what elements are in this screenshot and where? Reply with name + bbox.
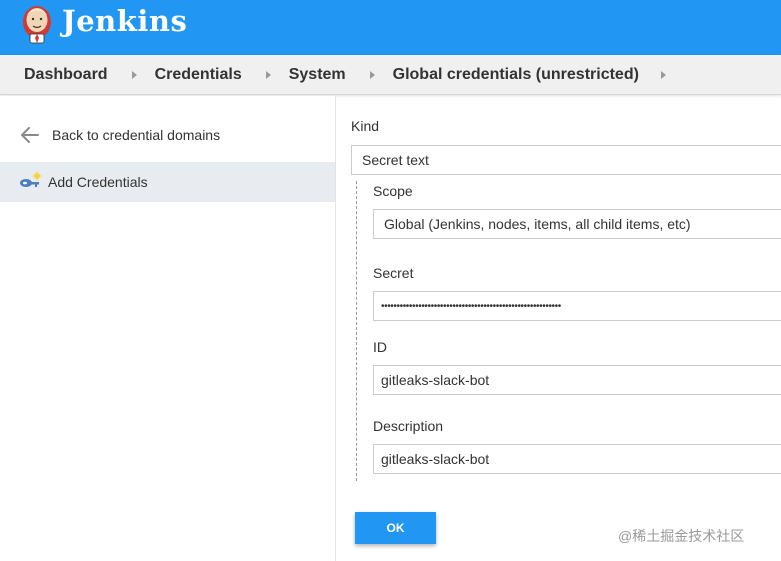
add-credentials-link[interactable]: Add Credentials [0,162,335,202]
scope-select[interactable]: Global (Jenkins, nodes, items, all child… [373,209,781,239]
breadcrumb-global-credentials[interactable]: Global credentials (unrestricted) [393,66,639,84]
description-field[interactable] [373,444,781,474]
scope-label: Scope [373,183,413,199]
brand-title[interactable]: Jenkins [62,4,187,38]
breadcrumb-dashboard[interactable]: Dashboard [24,66,108,84]
sidebar: Back to credential domains Add Credentia… [0,96,336,561]
kind-label: Kind [351,118,380,134]
chevron-right-icon[interactable] [131,70,137,79]
kind-selected-value: Secret text [362,152,429,168]
description-label: Description [373,418,444,434]
nested-section-divider [356,181,357,481]
chevron-right-icon[interactable] [660,70,666,79]
back-link-label: Back to credential domains [52,127,221,143]
ok-button[interactable]: OK [355,512,436,544]
chevron-right-icon[interactable] [369,70,375,79]
arrow-left-icon [21,127,39,143]
secret-label: Secret [373,265,414,281]
breadcrumb: Dashboard Credentials System Global cred… [0,55,781,95]
secret-masked-value: ••••••••••••••••••••••••••••••••••••••••… [381,300,561,312]
watermark: @稀土掘金技术社区 [618,528,745,544]
id-label: ID [373,339,387,355]
kind-select[interactable]: Secret text [351,145,781,175]
id-field[interactable] [373,365,781,395]
scope-selected-value: Global (Jenkins, nodes, items, all child… [384,216,691,232]
breadcrumb-system[interactable]: System [289,66,346,84]
description-input[interactable] [381,451,781,467]
chevron-right-icon[interactable] [265,70,271,79]
secret-field[interactable]: ••••••••••••••••••••••••••••••••••••••••… [373,291,781,321]
credentials-key-icon [20,171,42,187]
back-to-credential-domains-link[interactable]: Back to credential domains [0,115,335,155]
id-input[interactable] [381,372,781,388]
add-credentials-label: Add Credentials [48,174,148,190]
jenkins-logo-icon[interactable] [20,3,54,45]
breadcrumb-credentials[interactable]: Credentials [155,66,242,84]
top-header: Jenkins [0,0,781,55]
